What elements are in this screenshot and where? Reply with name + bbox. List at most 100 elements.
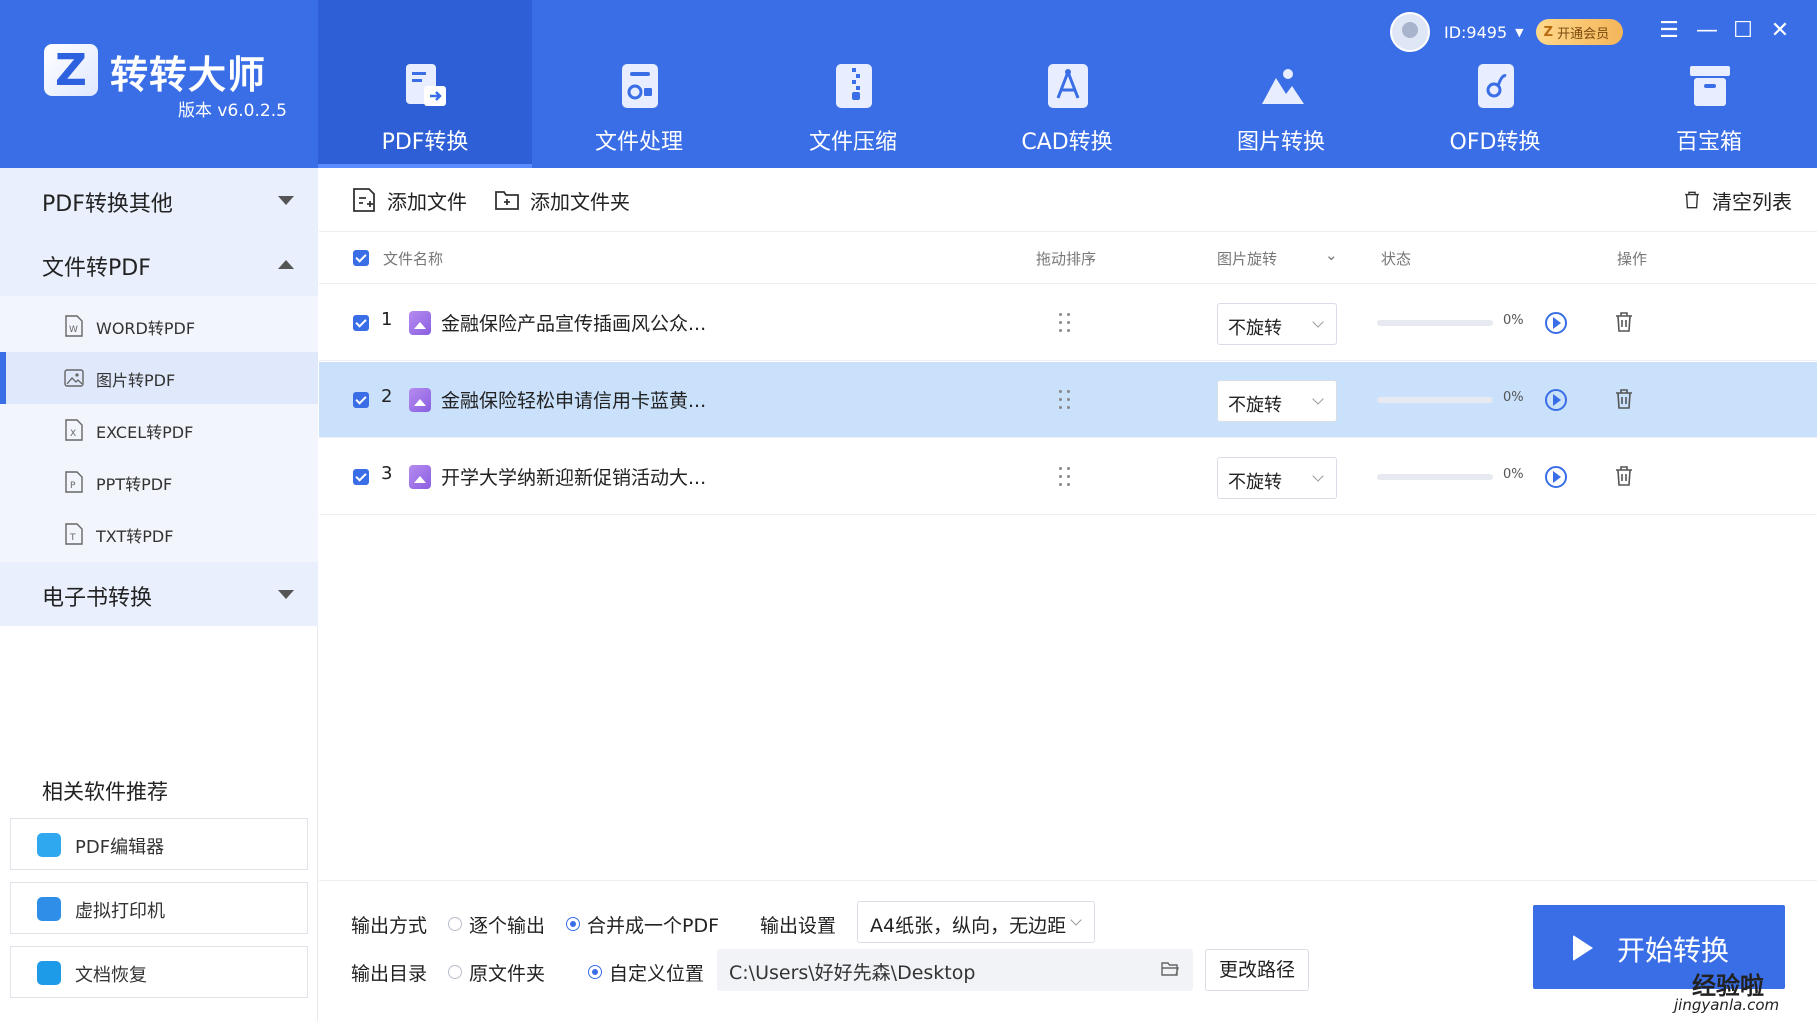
row-index: 1	[381, 309, 393, 330]
add-file-button[interactable]: 添加文件	[351, 186, 467, 214]
output-settings-label: 输出设置	[760, 915, 837, 937]
vip-z-icon: Z	[1543, 24, 1554, 40]
tab-label: PDF转换	[381, 130, 469, 155]
rotate-select[interactable]: 不旋转	[1217, 380, 1337, 422]
image-convert-icon	[1262, 69, 1304, 104]
rotate-select[interactable]: 不旋转	[1217, 457, 1337, 499]
caret-down-icon	[278, 590, 294, 599]
sidebar-item-image-to-pdf[interactable]: 图片转PDF	[0, 352, 318, 404]
add-folder-label: 添加文件夹	[530, 189, 630, 214]
recommend-doc-recovery[interactable]: 文档恢复	[10, 946, 308, 998]
app-header: Z 转转大师 版本 v6.0.2.5 PDF转换 文件处理 文件压缩 CAD转换…	[0, 0, 1817, 168]
tab-file-process[interactable]: 文件处理	[532, 0, 746, 168]
recommend-label: 虚拟打印机	[75, 901, 165, 922]
table-row[interactable]: 1 金融保险产品宣传插画风公众... 不旋转 0%	[319, 285, 1817, 361]
clear-list-button[interactable]: 清空列表	[1682, 186, 1792, 214]
drag-handle-icon[interactable]	[1059, 467, 1071, 487]
row-checkbox[interactable]	[353, 469, 369, 485]
play-icon[interactable]	[1545, 389, 1567, 411]
play-icon[interactable]	[1545, 312, 1567, 334]
add-file-label: 添加文件	[387, 189, 467, 214]
chevron-down-icon	[1312, 470, 1324, 482]
tab-cad-convert[interactable]: CAD转换	[960, 0, 1174, 168]
sidebar-item-txt-to-pdf[interactable]: T TXT转PDF	[0, 508, 318, 560]
row-index: 2	[381, 386, 393, 407]
app-logo-icon: Z	[44, 44, 98, 96]
menu-icon[interactable]: ☰	[1656, 18, 1682, 44]
output-path-value: C:\Users\好好先森\Desktop	[729, 962, 976, 984]
output-path-field[interactable]: C:\Users\好好先森\Desktop	[717, 949, 1193, 991]
option-custom-location[interactable]: 自定义位置	[609, 959, 704, 986]
recommend-title: 相关软件推荐	[42, 780, 168, 804]
sidebar-group-ebook[interactable]: 电子书转换	[0, 562, 318, 626]
rotate-value: 不旋转	[1228, 318, 1282, 339]
tab-pdf-convert[interactable]: PDF转换	[318, 0, 532, 168]
progress-bar	[1377, 474, 1493, 480]
option-source-folder[interactable]: 原文件夹	[469, 959, 545, 986]
trash-icon[interactable]	[1615, 388, 1633, 410]
vip-button[interactable]: Z 开通会员	[1535, 19, 1624, 45]
header-rotate[interactable]: 图片旋转	[1217, 248, 1277, 269]
sidebar-item-label: PPT转PDF	[96, 475, 173, 494]
output-settings-select[interactable]: A4纸张，纵向，无边距	[857, 901, 1095, 943]
file-name: 金融保险产品宣传插画风公众...	[441, 313, 707, 335]
recommend-virtual-printer[interactable]: 虚拟打印机	[10, 882, 308, 934]
close-icon[interactable]: ✕	[1767, 18, 1793, 44]
ppt-file-icon: P	[65, 471, 83, 493]
tab-label: 图片转换	[1236, 130, 1325, 155]
output-bar: 输出方式 逐个输出 合并成一个PDF 输出设置 A4纸张，纵向，无边距 输出目录…	[319, 880, 1817, 1021]
tab-label: 百宝箱	[1675, 130, 1742, 155]
file-name: 金融保险轻松申请信用卡蓝黄...	[441, 390, 707, 412]
play-icon[interactable]	[1545, 466, 1567, 488]
progress-percent: 0%	[1503, 313, 1524, 328]
excel-file-icon: X	[65, 419, 83, 441]
recommend-pdf-editor[interactable]: PDF编辑器	[10, 818, 308, 870]
option-merge[interactable]: 合并成一个PDF	[587, 911, 719, 938]
sidebar-group-file-to-pdf[interactable]: 文件转PDF	[0, 232, 318, 296]
add-folder-button[interactable]: 添加文件夹	[494, 186, 630, 214]
sidebar-item-label: WORD转PDF	[96, 319, 196, 338]
option-one-by-one[interactable]: 逐个输出	[469, 911, 545, 938]
chevron-down-icon[interactable]: ⌄	[1325, 246, 1338, 264]
svg-text:P: P	[70, 481, 76, 491]
avatar[interactable]	[1390, 12, 1430, 52]
user-id[interactable]: ID:9495	[1444, 23, 1507, 42]
sidebar-item-word-to-pdf[interactable]: W WORD转PDF	[0, 300, 318, 352]
doc-recovery-icon	[37, 961, 61, 985]
table-row[interactable]: 3 开学大学纳新迎新促销活动大... 不旋转 0%	[319, 439, 1817, 515]
select-all-checkbox[interactable]	[353, 250, 369, 266]
drag-handle-icon[interactable]	[1059, 313, 1071, 333]
recommend-label: 文档恢复	[75, 965, 147, 986]
tab-image-convert[interactable]: 图片转换	[1174, 0, 1388, 168]
trash-icon[interactable]	[1615, 311, 1633, 333]
trash-icon	[1685, 191, 1699, 209]
radio-merge[interactable]	[566, 917, 580, 931]
change-path-button[interactable]: 更改路径	[1205, 949, 1309, 991]
row-checkbox[interactable]	[353, 315, 369, 331]
trash-icon[interactable]	[1615, 465, 1633, 487]
folder-open-icon[interactable]	[1161, 961, 1179, 977]
svg-text:T: T	[69, 533, 76, 543]
tab-file-compress[interactable]: 文件压缩	[746, 0, 960, 168]
maximize-icon[interactable]: ☐	[1730, 18, 1756, 44]
sidebar-group-pdf-other[interactable]: PDF转换其他	[0, 168, 318, 232]
sidebar-item-excel-to-pdf[interactable]: X EXCEL转PDF	[0, 404, 318, 456]
radio-one-by-one[interactable]	[448, 917, 462, 931]
row-checkbox[interactable]	[353, 392, 369, 408]
drag-handle-icon[interactable]	[1059, 390, 1071, 410]
watermark-url: jingyanla.com	[1674, 996, 1780, 1014]
radio-source-folder[interactable]	[448, 965, 462, 979]
radio-custom-location[interactable]	[588, 965, 602, 979]
output-dir-label: 输出目录	[351, 963, 428, 985]
word-file-icon: W	[65, 315, 83, 337]
group-label: PDF转换其他	[42, 192, 173, 217]
chevron-down-icon[interactable]: ▼	[1515, 26, 1523, 39]
minimize-icon[interactable]: —	[1694, 18, 1720, 44]
rotate-select[interactable]: 不旋转	[1217, 303, 1337, 345]
header-status: 状态	[1381, 250, 1412, 268]
chevron-down-icon	[1312, 316, 1324, 328]
caret-down-icon	[278, 196, 294, 205]
table-row[interactable]: 2 金融保险轻松申请信用卡蓝黄... 不旋转 0%	[319, 362, 1817, 438]
sidebar-item-ppt-to-pdf[interactable]: P PPT转PDF	[0, 456, 318, 508]
main-panel: 添加文件 添加文件夹 清空列表 文件名称 拖动排序 图片旋转 ⌄ 状态 操作 1…	[319, 168, 1817, 1021]
